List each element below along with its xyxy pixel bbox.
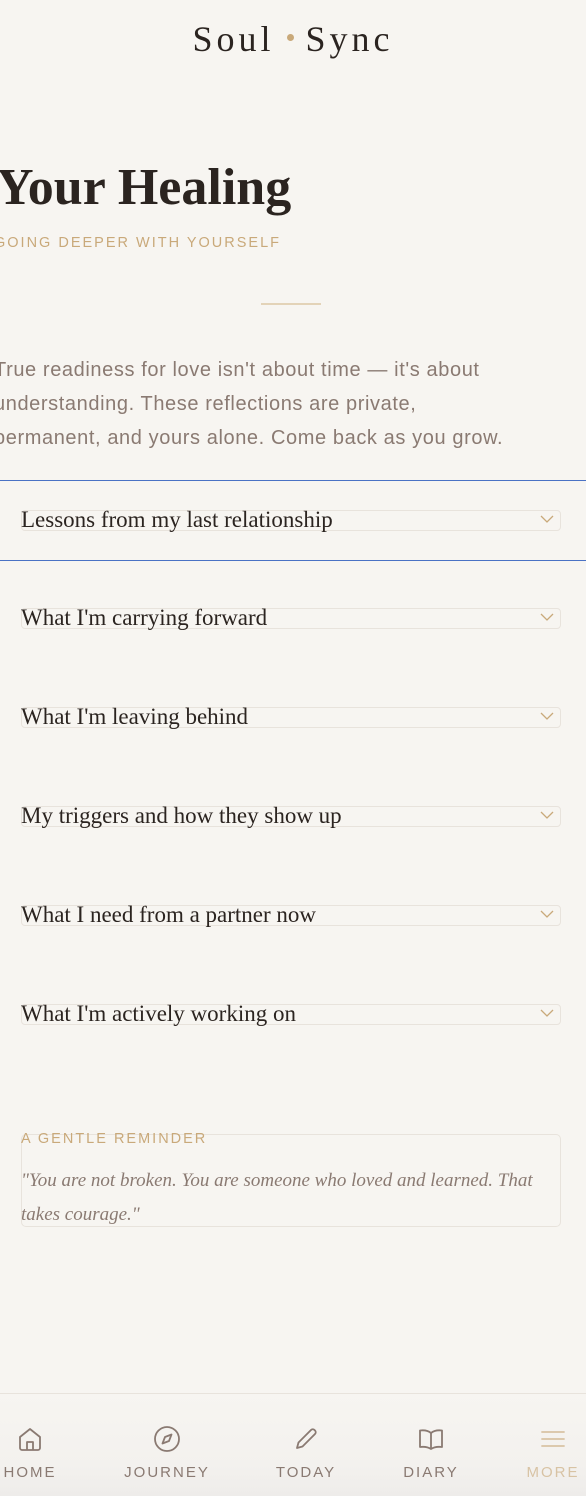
- menu-icon: [541, 1431, 565, 1447]
- compass-icon: [154, 1426, 180, 1452]
- brand-name-right: Sync: [305, 19, 394, 59]
- bottom-nav: HOME JOURNEY TODAY DIARY MORE: [0, 1393, 586, 1496]
- nav-item-more[interactable]: MORE: [523, 1394, 583, 1496]
- accordion-item-triggers[interactable]: My triggers and how they show up: [0, 777, 586, 876]
- accordion-item-label: What I'm leaving behind: [21, 704, 249, 729]
- reflection-accordion: Lessons from my last relationship What I…: [0, 480, 586, 1074]
- page-subtitle: GOING DEEPER WITH YOURSELF: [0, 235, 281, 251]
- home-icon: [19, 1428, 41, 1451]
- intro-line: permanent, and yours alone. Come back as…: [0, 427, 504, 449]
- brand-logo[interactable]: Soul Sync: [192, 18, 393, 60]
- nav-item-diary[interactable]: DIARY: [401, 1394, 461, 1496]
- pencil-icon: [296, 1428, 317, 1449]
- accordion-item-partner-needs[interactable]: What I need from a partner now: [0, 876, 586, 975]
- nav-label: MORE: [526, 1464, 580, 1481]
- book-icon: [419, 1429, 443, 1450]
- accordion-item-label: What I need from a partner now: [21, 902, 317, 927]
- nav-item-journey[interactable]: JOURNEY: [122, 1394, 212, 1496]
- intro-text: True readiness for love isn't about time…: [0, 353, 586, 455]
- nav-label: TODAY: [275, 1464, 337, 1481]
- accordion-item-label: My triggers and how they show up: [21, 803, 342, 828]
- nav-label: DIARY: [403, 1464, 459, 1481]
- accordion-item-carrying-forward[interactable]: What I'm carrying forward: [0, 579, 586, 678]
- chevron-down-icon: [540, 515, 554, 523]
- page-title: Your Healing: [0, 159, 292, 216]
- app-header: Soul Sync: [0, 0, 586, 84]
- nav-label: JOURNEY: [124, 1464, 210, 1481]
- accordion-item-label: What I'm actively working on: [21, 1001, 296, 1026]
- chevron-down-icon: [540, 613, 554, 621]
- accordion-item-lessons[interactable]: Lessons from my last relationship: [0, 480, 586, 561]
- accordion-item-label: What I'm carrying forward: [21, 605, 268, 630]
- chevron-down-icon: [540, 910, 554, 918]
- brand-name-left: Soul: [192, 19, 275, 59]
- intro-line: True readiness for love isn't about time…: [0, 359, 480, 381]
- accordion-item-label: Lessons from my last relationship: [21, 507, 333, 532]
- reminder-quote: "You are not broken. You are someone who…: [21, 1170, 533, 1225]
- intro-line: understanding. These reflections are pri…: [0, 393, 417, 415]
- brand-dot: [286, 33, 294, 41]
- nav-item-home[interactable]: HOME: [0, 1394, 61, 1496]
- nav-label: HOME: [3, 1464, 57, 1481]
- reminder-label: A GENTLE REMINDER: [21, 1131, 208, 1147]
- nav-item-today[interactable]: TODAY: [274, 1394, 338, 1496]
- section-divider: [261, 303, 321, 305]
- accordion-item-working-on[interactable]: What I'm actively working on: [0, 975, 586, 1074]
- chevron-down-icon: [540, 1009, 554, 1017]
- chevron-down-icon: [540, 811, 554, 819]
- chevron-down-icon: [540, 712, 554, 720]
- accordion-item-leaving-behind[interactable]: What I'm leaving behind: [0, 678, 586, 777]
